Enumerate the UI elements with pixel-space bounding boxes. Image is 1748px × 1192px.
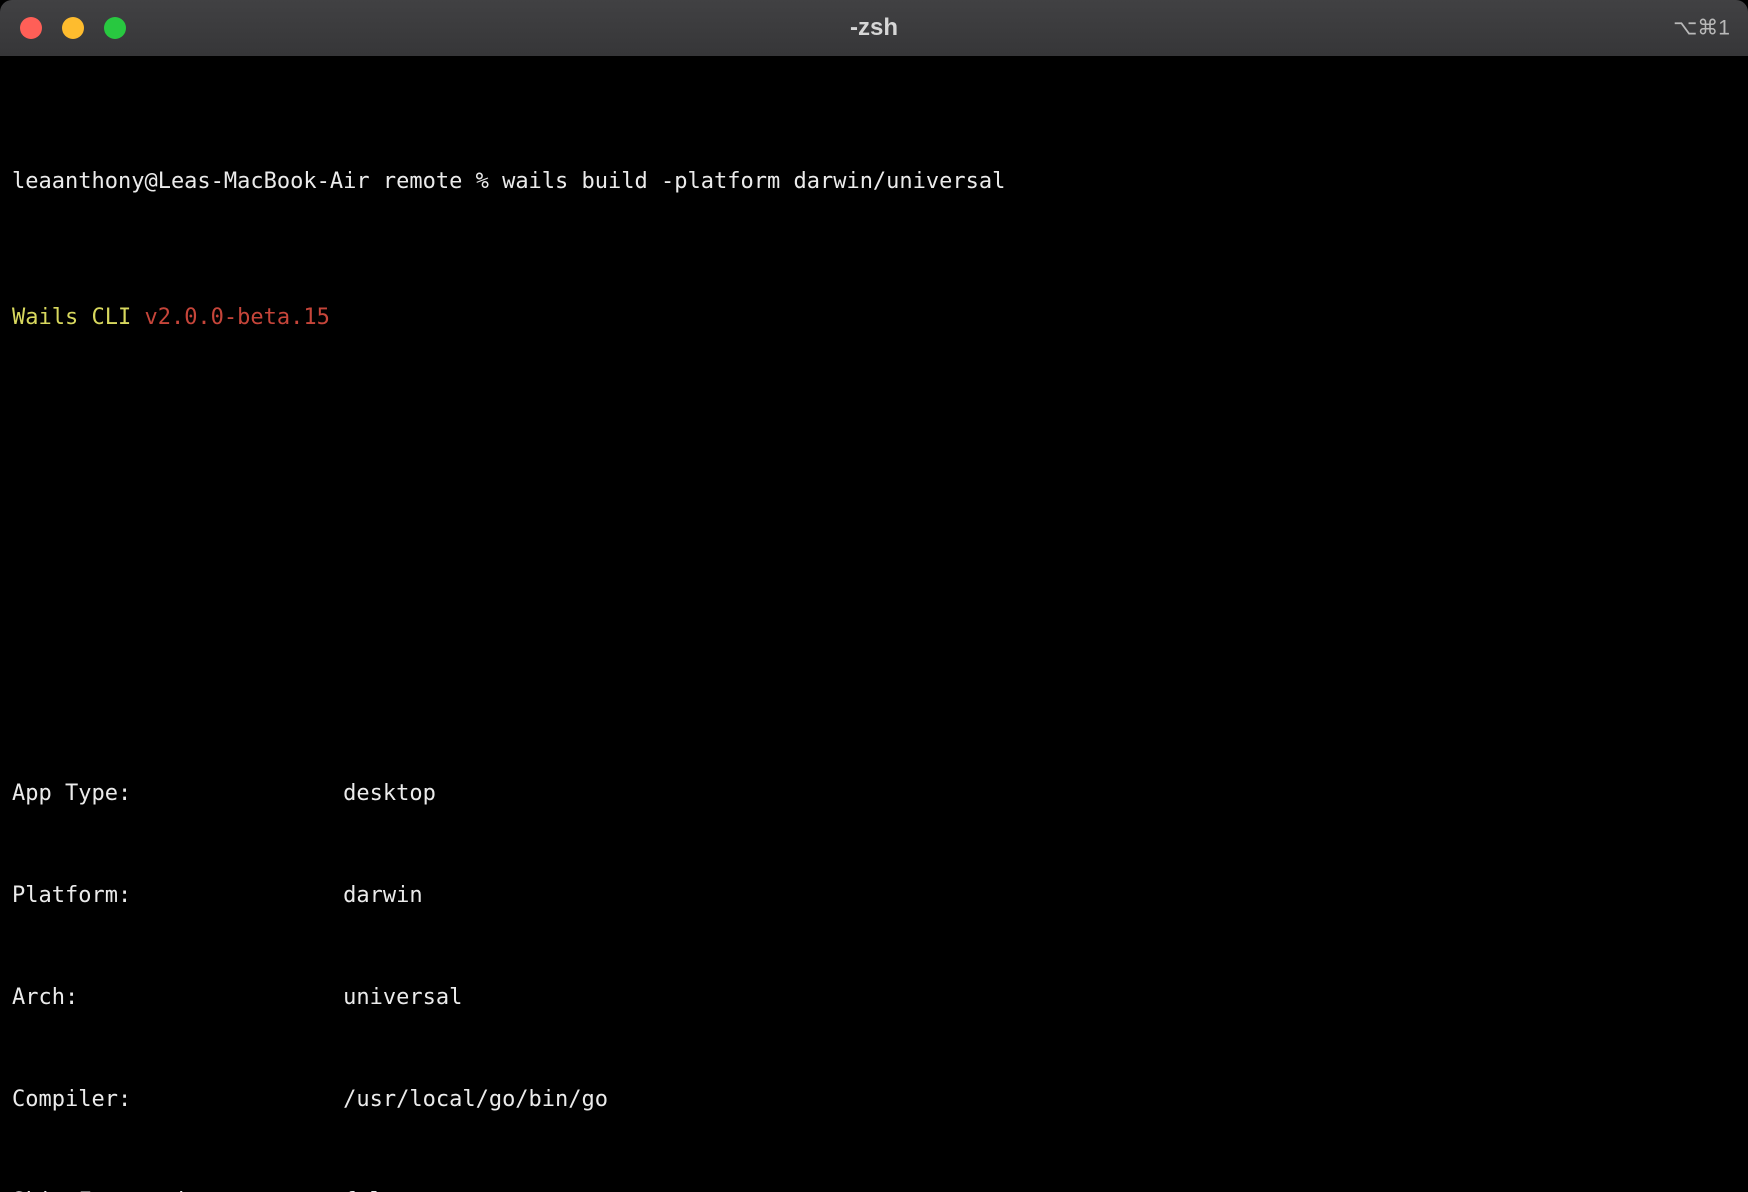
build-info-value: universal [343, 985, 462, 1010]
terminal-content[interactable]: leaanthony@Leas-MacBook-Air remote % wai… [0, 57, 1748, 1192]
build-info-label: Platform: [12, 879, 343, 913]
build-info-row: Skip Frontend:false [12, 1185, 1728, 1192]
blank-line [12, 437, 1728, 471]
wails-cli-label: Wails CLI [12, 305, 144, 330]
blank-line [12, 641, 1728, 675]
build-info-label: Compiler: [12, 1083, 343, 1117]
build-info-row: Arch:universal [12, 981, 1728, 1015]
build-info-value: /usr/local/go/bin/go [343, 1087, 608, 1112]
build-info-row: Compiler:/usr/local/go/bin/go [12, 1083, 1728, 1117]
wails-cli-version-line: Wails CLI v2.0.0-beta.15 [12, 301, 1728, 335]
build-info-value: darwin [343, 883, 422, 908]
window-shortcut-hint: ⌥⌘1 [1673, 16, 1730, 41]
build-info-row: Platform:darwin [12, 879, 1728, 913]
zoom-window-button[interactable] [104, 17, 126, 39]
build-info-value: desktop [343, 781, 436, 806]
window-title: -zsh [0, 14, 1748, 42]
wails-cli-version: v2.0.0-beta.15 [144, 305, 329, 330]
build-info-row: App Type:desktop [12, 777, 1728, 811]
minimize-window-button[interactable] [62, 17, 84, 39]
terminal-window: -zsh ⌥⌘1 leaanthony@Leas-MacBook-Air rem… [0, 0, 1748, 1192]
traffic-lights [0, 17, 126, 39]
build-info-label: Skip Frontend: [12, 1185, 343, 1192]
command-line-1: leaanthony@Leas-MacBook-Air remote % wai… [12, 165, 1728, 199]
window-titlebar[interactable]: -zsh ⌥⌘1 [0, 0, 1748, 57]
blank-line [12, 539, 1728, 573]
close-window-button[interactable] [20, 17, 42, 39]
build-info-label: Arch: [12, 981, 343, 1015]
build-info-label: App Type: [12, 777, 343, 811]
